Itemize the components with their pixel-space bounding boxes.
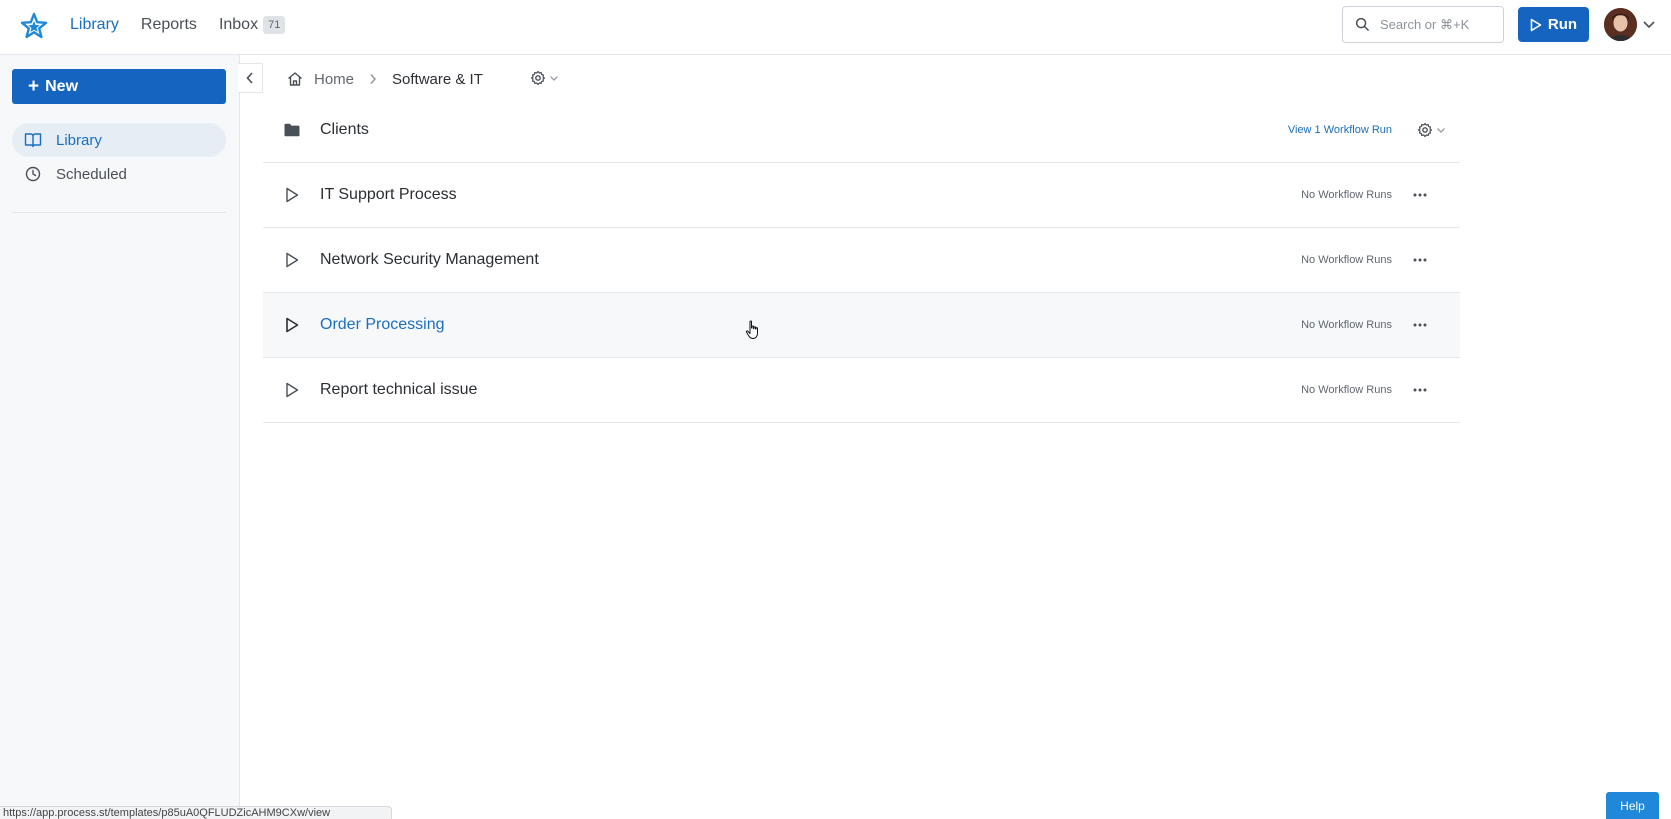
list-item-title[interactable]: Report technical issue — [320, 381, 477, 399]
avatar-image-icon — [1604, 8, 1637, 41]
search-input[interactable] — [1380, 17, 1500, 32]
workflow-runs-status: No Workflow Runs — [1301, 384, 1392, 396]
chevron-left-icon — [246, 72, 253, 84]
hand-cursor-icon — [745, 320, 758, 339]
list-item-title[interactable]: Network Security Management — [320, 251, 539, 269]
workflow-runs-status: No Workflow Runs — [1301, 319, 1392, 331]
collapse-sidebar-button[interactable] — [238, 63, 263, 93]
list-item[interactable]: Order Processing No Workflow Runs — [263, 293, 1460, 358]
run-button-label: Run — [1547, 16, 1578, 33]
row-settings-button[interactable] — [1417, 122, 1446, 138]
play-icon[interactable] — [283, 251, 301, 269]
inbox-count-badge: 71 — [263, 16, 286, 34]
play-icon[interactable] — [283, 186, 301, 204]
nav-inbox[interactable]: Inbox 71 — [218, 16, 286, 34]
clock-icon — [25, 166, 41, 182]
sidebar-item-label: Library — [56, 131, 102, 149]
book-icon — [24, 133, 42, 148]
chevron-right-icon — [369, 73, 377, 85]
top-bar: Library Reports Inbox71 Run — [0, 0, 1671, 55]
play-icon[interactable] — [283, 381, 301, 399]
search-icon — [1355, 17, 1369, 31]
more-options-icon[interactable] — [1410, 250, 1430, 270]
nav-library-label: Library — [70, 16, 119, 33]
nav-reports[interactable]: Reports — [141, 16, 197, 34]
folder-icon — [283, 121, 301, 139]
new-button-label: New — [45, 77, 79, 95]
breadcrumb-current: Software & IT — [392, 70, 483, 88]
avatar[interactable] — [1604, 8, 1637, 41]
chevron-down-icon — [1437, 128, 1445, 133]
run-button[interactable]: Run — [1518, 7, 1589, 42]
plus-icon: + — [28, 76, 40, 97]
sidebar: + New Library Scheduled — [0, 55, 240, 819]
sidebar-divider — [12, 212, 226, 213]
help-button[interactable]: Help — [1606, 792, 1659, 819]
workflow-runs-status: No Workflow Runs — [1301, 189, 1392, 201]
list-item-title[interactable]: Order Processing — [320, 316, 445, 334]
status-bar-url: https://app.process.st/templates/p85uA0Q… — [0, 806, 392, 819]
more-options-icon[interactable] — [1410, 185, 1430, 205]
gear-icon — [530, 70, 546, 86]
nav-inbox-label: Inbox — [218, 16, 259, 33]
home-icon — [288, 72, 302, 86]
list-item-title[interactable]: Clients — [320, 121, 369, 139]
play-icon[interactable] — [283, 316, 301, 334]
gear-icon — [1417, 122, 1433, 138]
sidebar-item-library[interactable]: Library — [12, 123, 226, 157]
chevron-down-icon — [550, 76, 558, 81]
list-item[interactable]: Network Security Management No Workflow … — [263, 228, 1460, 293]
breadcrumb-home[interactable]: Home — [286, 70, 354, 88]
list-item[interactable]: Clients View 1 Workflow Run — [263, 98, 1460, 163]
workflow-runs-status: No Workflow Runs — [1301, 254, 1392, 266]
folder-settings-button[interactable] — [530, 70, 559, 86]
list-item[interactable]: IT Support Process No Workflow Runs — [263, 163, 1460, 228]
list-item[interactable]: Report technical issue No Workflow Runs — [263, 358, 1460, 423]
search-box[interactable] — [1342, 6, 1504, 43]
new-button[interactable]: + New — [12, 69, 226, 104]
nav-reports-label: Reports — [140, 16, 197, 33]
breadcrumb: Home Software & IT — [286, 66, 483, 92]
play-icon — [1530, 18, 1542, 31]
more-options-icon[interactable] — [1410, 315, 1430, 335]
sidebar-item-label: Scheduled — [56, 165, 127, 183]
chevron-down-icon[interactable] — [1642, 17, 1656, 31]
more-options-icon[interactable] — [1410, 380, 1430, 400]
breadcrumb-home-label: Home — [314, 70, 355, 88]
list-item-title[interactable]: IT Support Process — [320, 186, 457, 204]
main-nav: Library Reports Inbox 71 — [70, 0, 286, 50]
workflow-runs-link[interactable]: View 1 Workflow Run — [1288, 124, 1392, 136]
library-list: Clients View 1 Workflow Run IT Support P… — [263, 98, 1460, 423]
logo-star-icon[interactable] — [20, 12, 48, 40]
nav-library[interactable]: Library — [70, 16, 119, 34]
sidebar-item-scheduled[interactable]: Scheduled — [12, 157, 226, 191]
